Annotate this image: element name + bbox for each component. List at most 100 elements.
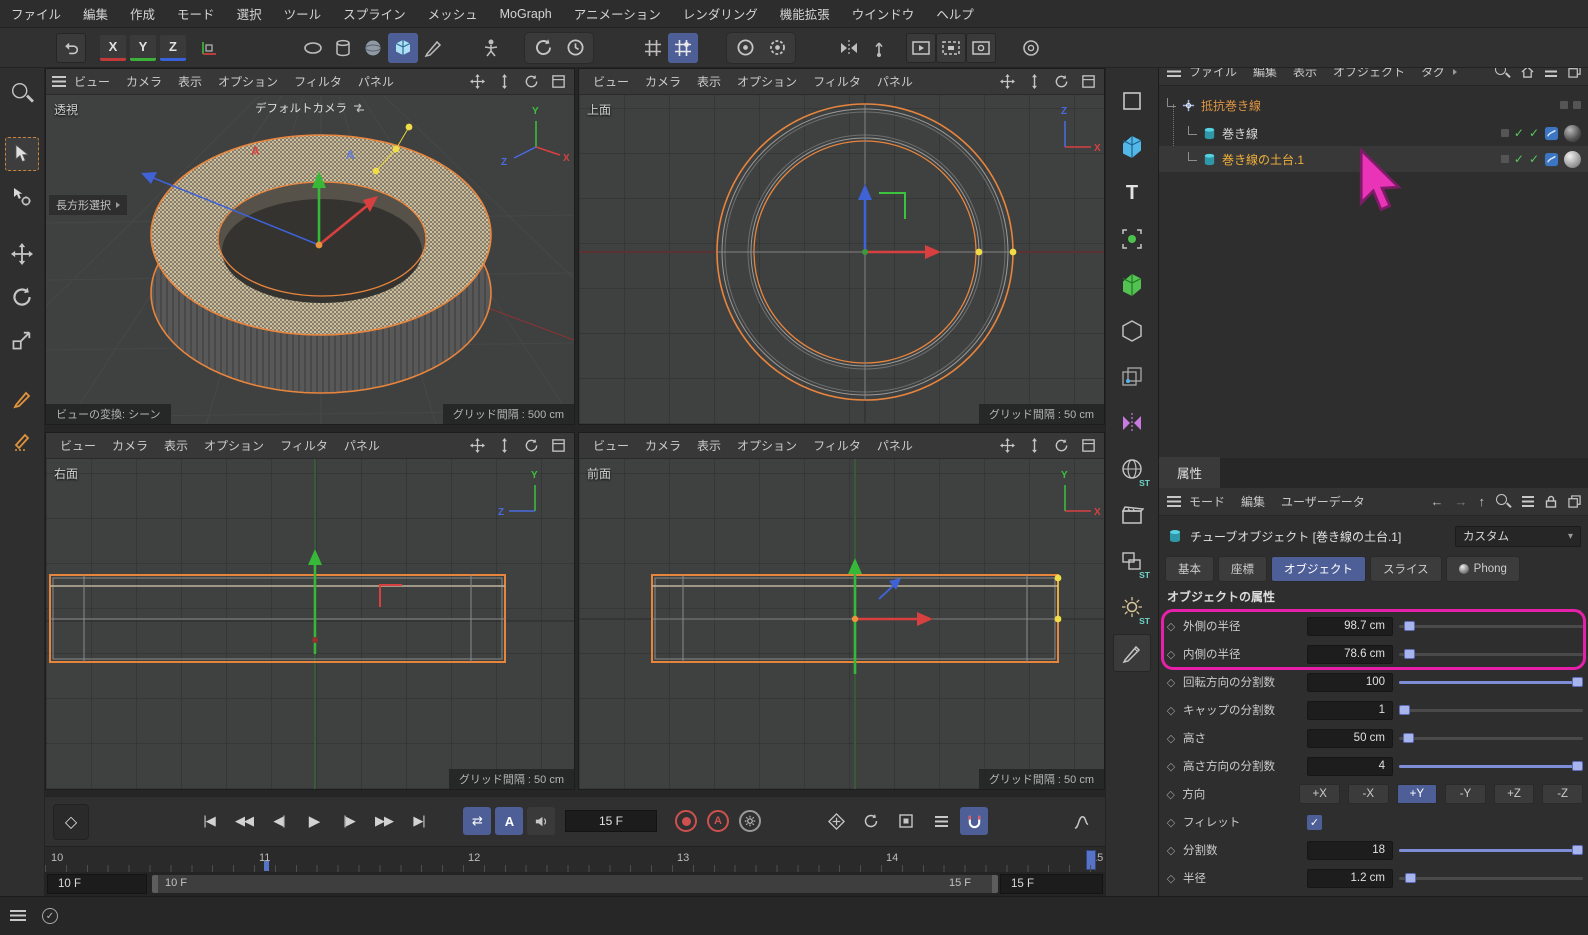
primitive-cylinder-icon[interactable] xyxy=(328,33,358,63)
next-key-button[interactable]: ▶▶ xyxy=(368,806,400,836)
menu-overflow-icon[interactable] xyxy=(1453,69,1457,75)
animate-clock-icon[interactable] xyxy=(560,33,590,63)
rotation-segments-slider[interactable] xyxy=(1399,673,1583,692)
menu-file[interactable]: ファイル xyxy=(0,4,72,23)
enabled-check-icon[interactable]: ✓ xyxy=(1529,127,1539,139)
menu-extensions[interactable]: 機能拡張 xyxy=(769,4,841,23)
generator-cube-icon[interactable] xyxy=(1113,266,1151,304)
height-segments-field[interactable]: 4 xyxy=(1307,757,1393,776)
vp-menu-filter[interactable]: フィルタ xyxy=(805,437,869,454)
attr-menu-mode[interactable]: モード xyxy=(1181,493,1233,510)
key-rotation-icon[interactable] xyxy=(855,806,887,836)
phong-tag-icon[interactable] xyxy=(1544,126,1559,141)
vp-menu-options[interactable]: オプション xyxy=(729,73,805,90)
keyframe-diamond-icon[interactable]: ◇ xyxy=(1165,844,1177,857)
height-field[interactable]: 50 cm xyxy=(1307,729,1393,748)
keyframe-diamond-icon[interactable]: ◇ xyxy=(1165,648,1177,661)
render-settings-icon[interactable] xyxy=(966,33,996,63)
vp-menu-view[interactable]: ビュー xyxy=(585,437,637,454)
loop-toggle[interactable]: ⇄ xyxy=(463,807,491,835)
keyframe-diamond-icon[interactable]: ◇ xyxy=(1165,872,1177,885)
vp-menu-panel[interactable]: パネル xyxy=(336,437,388,454)
vp-menu-panel[interactable]: パネル xyxy=(350,73,402,90)
enabled-check-icon[interactable]: ✓ xyxy=(1514,127,1524,139)
primitive-pen-icon[interactable] xyxy=(418,33,448,63)
tweak-tool-icon[interactable] xyxy=(5,180,39,214)
vp-menu-display[interactable]: 表示 xyxy=(156,437,196,454)
axis-y-button[interactable]: Y xyxy=(130,35,156,61)
status-menu-icon[interactable] xyxy=(10,910,26,923)
orientation-plus-x[interactable]: +X xyxy=(1299,784,1340,804)
tab-phong[interactable]: Phong xyxy=(1446,556,1520,582)
enabled-check-icon[interactable]: ✓ xyxy=(1529,153,1539,165)
vp-menu-display[interactable]: 表示 xyxy=(689,73,729,90)
tab-object[interactable]: オブジェクト xyxy=(1271,556,1366,582)
pan-icon[interactable] xyxy=(997,436,1017,456)
snap-grid-icon[interactable] xyxy=(668,33,698,63)
range-end-field[interactable]: 15 F xyxy=(1000,874,1103,894)
material-thumbnail[interactable] xyxy=(1564,151,1581,168)
inner-radius-slider[interactable] xyxy=(1399,645,1583,664)
search-icon[interactable] xyxy=(1496,494,1511,509)
key-scale-icon[interactable] xyxy=(890,806,922,836)
right-canvas[interactable]: Y Z 右面 グリッド間隔 : 50 cm xyxy=(46,459,574,789)
animate-rotate-icon[interactable] xyxy=(528,33,558,63)
material-thumbnail[interactable] xyxy=(1564,125,1581,142)
sketch-pen-icon[interactable] xyxy=(5,425,39,459)
dolly-icon[interactable] xyxy=(1024,436,1044,456)
key-parameter-icon[interactable] xyxy=(925,806,957,836)
menu-select[interactable]: 選択 xyxy=(226,4,273,23)
menu-create[interactable]: 作成 xyxy=(119,4,166,23)
tab-basic[interactable]: 基本 xyxy=(1165,556,1214,582)
hexagon-nurbs-icon[interactable] xyxy=(1113,312,1151,350)
outer-radius-field[interactable]: 98.7 cm xyxy=(1307,617,1393,636)
goto-end-button[interactable]: ▶| xyxy=(403,806,435,836)
viewport-menu-icon[interactable] xyxy=(52,76,66,87)
vp-menu-view[interactable]: ビュー xyxy=(52,437,104,454)
object-name[interactable]: 巻き線 xyxy=(1222,125,1258,142)
tree-branch-icon[interactable] xyxy=(1167,98,1176,107)
wireframe-cube-icon[interactable] xyxy=(1113,358,1151,396)
timeline-ruler[interactable]: 10 11 12 13 14 15 xyxy=(45,846,1105,872)
maximize-icon[interactable] xyxy=(548,72,568,92)
primitive-sphere-icon[interactable] xyxy=(358,33,388,63)
forward-icon[interactable]: → xyxy=(1455,494,1468,509)
tab-slice[interactable]: スライス xyxy=(1370,556,1442,582)
workplane-icon[interactable] xyxy=(194,33,224,63)
vp-menu-camera[interactable]: カメラ xyxy=(637,73,689,90)
orbit-icon[interactable] xyxy=(1051,72,1071,92)
character-icon[interactable] xyxy=(476,33,506,63)
vp-menu-display[interactable]: 表示 xyxy=(170,73,210,90)
live-selection-tool[interactable] xyxy=(5,137,39,171)
menu-mograph[interactable]: MoGraph xyxy=(489,7,563,21)
visibility-dot[interactable] xyxy=(1501,155,1509,163)
vp-menu-view[interactable]: ビュー xyxy=(66,73,118,90)
menu-animation[interactable]: アニメーション xyxy=(563,4,672,23)
orientation-minus-y[interactable]: -Y xyxy=(1445,784,1486,804)
autokey-toggle[interactable]: A xyxy=(495,807,523,835)
vp-menu-camera[interactable]: カメラ xyxy=(104,437,156,454)
axis-z-button[interactable]: Z xyxy=(160,35,186,61)
range-track[interactable]: 10 F 15 F xyxy=(149,872,998,896)
object-row-coil[interactable]: 巻き線 ✓ ✓ xyxy=(1159,120,1588,146)
maximize-icon[interactable] xyxy=(1078,72,1098,92)
vp-menu-filter[interactable]: フィルタ xyxy=(805,73,869,90)
keyframe-diamond-icon[interactable]: ◇ xyxy=(1165,816,1177,829)
rotation-segments-field[interactable]: 100 xyxy=(1307,673,1393,692)
sound-toggle[interactable] xyxy=(527,807,555,835)
attr-menu-edit[interactable]: 編集 xyxy=(1233,493,1273,510)
record-button[interactable] xyxy=(675,810,697,832)
keyframe-diamond-icon[interactable]: ◇ xyxy=(1165,704,1177,717)
dolly-icon[interactable] xyxy=(1024,72,1044,92)
vp-menu-options[interactable]: オプション xyxy=(729,437,805,454)
menu-tools[interactable]: ツール xyxy=(273,4,333,23)
vp-menu-panel[interactable]: パネル xyxy=(869,73,921,90)
dolly-icon[interactable] xyxy=(494,72,514,92)
keyframe-diamond-icon[interactable]: ◇ xyxy=(1165,788,1176,801)
render-region-icon[interactable] xyxy=(936,33,966,63)
phong-tag-icon[interactable] xyxy=(1544,152,1559,167)
cap-segments-slider[interactable] xyxy=(1399,701,1583,720)
current-frame-field[interactable]: 15 F xyxy=(565,810,657,832)
range-span[interactable] xyxy=(152,875,998,893)
fillet-radius-slider[interactable] xyxy=(1399,869,1583,888)
